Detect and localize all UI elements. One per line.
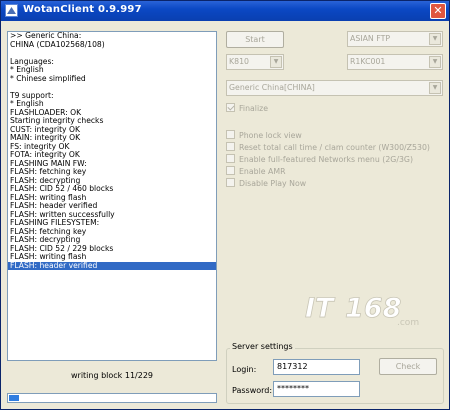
progress-fill bbox=[9, 395, 19, 401]
finalize-checkbox[interactable]: Finalize bbox=[226, 103, 268, 114]
checkbox-box bbox=[226, 178, 235, 187]
model-select[interactable]: K810 ▼ bbox=[226, 54, 284, 70]
networks-menu-label: Enable full-featured Networks menu (2G/3… bbox=[239, 155, 414, 164]
firmware-select-value: R1KC001 bbox=[350, 57, 386, 66]
cda-select[interactable]: Generic China[CHINA] ▼ bbox=[226, 80, 443, 96]
svg-text:IT: IT bbox=[305, 293, 336, 324]
server-select[interactable]: ASIAN FTP ▼ bbox=[347, 31, 443, 47]
start-button[interactable]: Start bbox=[226, 31, 284, 48]
check-button[interactable]: Check bbox=[379, 358, 437, 375]
login-input[interactable]: 817312 bbox=[273, 359, 360, 375]
close-icon: ✕ bbox=[433, 4, 443, 17]
app-icon bbox=[5, 4, 18, 17]
chevron-down-icon: ▼ bbox=[429, 33, 441, 45]
login-label: Login: bbox=[232, 365, 257, 374]
log-line[interactable]: CHINA (CDA102568/108) bbox=[8, 40, 216, 50]
enable-amr-label: Enable AMR bbox=[239, 167, 286, 176]
firmware-select[interactable]: R1KC001 ▼ bbox=[347, 54, 443, 70]
phone-lock-view-checkbox[interactable]: Phone lock view bbox=[226, 130, 302, 141]
svg-text:.com: .com bbox=[397, 318, 419, 328]
status-text: writing block 11/229 bbox=[70, 371, 154, 380]
disable-play-now-label: Disable Play Now bbox=[239, 179, 307, 188]
svg-text:168: 168 bbox=[345, 293, 401, 324]
wotanclient-window: WotanClient 0.9.997 ✕ >> Generic China: C… bbox=[0, 0, 450, 410]
disable-play-now-checkbox[interactable]: Disable Play Now bbox=[226, 178, 306, 189]
cda-select-value: Generic China[CHINA] bbox=[229, 83, 315, 92]
window-title: WotanClient 0.9.997 bbox=[23, 4, 142, 15]
password-label: Password: bbox=[232, 386, 273, 395]
networks-menu-checkbox[interactable]: Enable full-featured Networks menu (2G/3… bbox=[226, 154, 413, 165]
phone-lock-view-label: Phone lock view bbox=[239, 131, 302, 140]
reset-counter-checkbox[interactable]: Reset total call time / clam counter (W3… bbox=[226, 142, 430, 153]
checkbox-box bbox=[226, 130, 235, 139]
chevron-down-icon: ▼ bbox=[429, 82, 441, 94]
server-settings-title: Server settings bbox=[230, 342, 295, 351]
reset-counter-label: Reset total call time / clam counter (W3… bbox=[239, 143, 430, 152]
checkbox-box bbox=[226, 154, 235, 163]
server-select-value: ASIAN FTP bbox=[350, 34, 391, 43]
close-button[interactable]: ✕ bbox=[430, 3, 446, 19]
finalize-label: Finalize bbox=[239, 104, 269, 113]
checkbox-box bbox=[226, 142, 235, 151]
log-line[interactable]: * Chinese simplified bbox=[8, 74, 216, 84]
log-list[interactable]: >> Generic China: CHINA (CDA102568/108) La… bbox=[7, 31, 217, 361]
chevron-down-icon: ▼ bbox=[270, 56, 282, 68]
password-input[interactable]: ******** bbox=[273, 381, 360, 397]
it168-watermark-logo: IT 168 .com bbox=[301, 289, 441, 329]
enable-amr-checkbox[interactable]: Enable AMR bbox=[226, 166, 286, 177]
checkbox-box bbox=[226, 103, 235, 112]
title-bar[interactable]: WotanClient 0.9.997 ✕ bbox=[1, 1, 449, 21]
log-line[interactable]: FLASH: header verified bbox=[8, 261, 216, 270]
progress-bar bbox=[7, 393, 217, 403]
checkbox-box bbox=[226, 166, 235, 175]
chevron-down-icon: ▼ bbox=[429, 56, 441, 68]
model-select-value: K810 bbox=[229, 57, 249, 66]
